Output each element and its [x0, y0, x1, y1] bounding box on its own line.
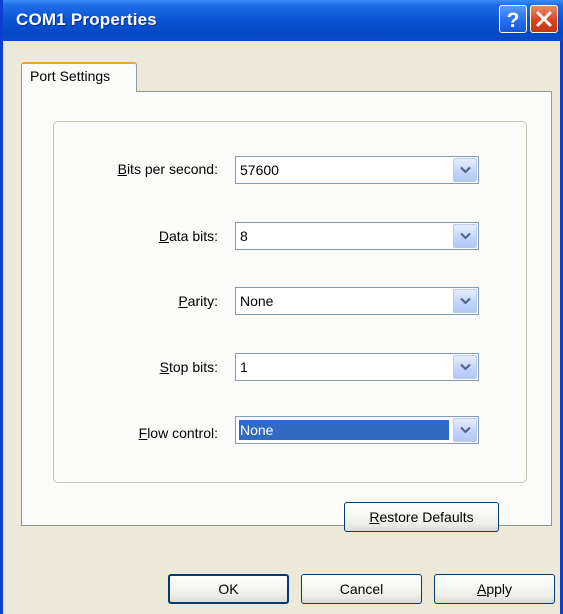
bits-per-second-dropdown-button[interactable] — [453, 158, 477, 182]
apply-key: A — [476, 581, 487, 597]
data-bits-label: Data bits: — [159, 228, 218, 244]
chevron-down-icon — [460, 166, 471, 174]
window-title: COM1 Properties — [16, 10, 157, 29]
bits-per-second-label: Bits per second: — [118, 161, 218, 177]
tab-port-settings[interactable]: Port Settings — [21, 62, 137, 92]
chevron-down-icon — [460, 363, 471, 371]
chevron-down-icon — [460, 232, 471, 240]
tab-label: Port Settings — [30, 68, 111, 84]
parity-select[interactable]: None — [235, 287, 479, 315]
flow-control-dropdown-button[interactable] — [453, 418, 477, 442]
stop-bits-value: 1 — [240, 359, 248, 375]
parity-label: Parity: — [178, 293, 218, 309]
close-icon — [536, 11, 552, 27]
flow-control-select[interactable]: None — [235, 416, 479, 444]
parity-dropdown-button[interactable] — [453, 289, 477, 313]
stop-bits-dropdown-button[interactable] — [453, 355, 477, 379]
bits-per-second-label-rest: its per second: — [126, 161, 218, 177]
flow-control-label: Flow control: — [139, 425, 218, 441]
ok-label: OK — [218, 581, 239, 597]
stop-bits-label-rest: top bits: — [168, 359, 218, 375]
apply-button[interactable]: Apply — [434, 574, 555, 604]
stop-bits-label: Stop bits: — [160, 359, 218, 375]
data-bits-label-rest: ata bits: — [168, 228, 218, 244]
flow-control-label-key: F — [138, 425, 148, 441]
close-button[interactable] — [530, 5, 558, 33]
stop-bits-select[interactable]: 1 — [235, 353, 479, 381]
chevron-down-icon — [460, 426, 471, 434]
data-bits-dropdown-button[interactable] — [453, 224, 477, 248]
help-button[interactable]: ? — [499, 5, 527, 33]
svg-text:?: ? — [507, 9, 520, 32]
flow-control-label-rest: low control: — [147, 425, 218, 441]
cancel-button[interactable]: Cancel — [301, 574, 422, 604]
data-bits-value: 8 — [240, 228, 248, 244]
restore-defaults-button[interactable]: Restore Defaults — [344, 502, 499, 532]
parity-label-rest: arity: — [187, 293, 218, 309]
cancel-label: Cancel — [339, 581, 384, 597]
data-bits-select[interactable]: 8 — [235, 222, 479, 250]
data-bits-label-key: D — [158, 228, 169, 244]
stop-bits-label-key: S — [159, 359, 169, 375]
parity-value: None — [240, 293, 274, 309]
title-bar[interactable]: COM1 Properties ? — [3, 0, 563, 41]
properties-dialog: COM1 Properties ? Port Settings Bits per… — [0, 0, 563, 614]
bits-per-second-select[interactable]: 57600 — [235, 156, 479, 184]
parity-label-key: P — [178, 293, 188, 309]
help-icon: ? — [507, 9, 520, 32]
tab-join — [22, 90, 136, 93]
bits-per-second-value: 57600 — [240, 162, 279, 178]
chevron-down-icon — [460, 297, 471, 305]
restore-defaults-key: R — [369, 509, 380, 525]
flow-control-value: None — [240, 422, 274, 438]
apply-rest: pply — [486, 581, 513, 597]
restore-defaults-rest: estore Defaults — [379, 509, 474, 525]
bits-per-second-label-key: B — [117, 161, 127, 177]
ok-button[interactable]: OK — [168, 574, 289, 604]
